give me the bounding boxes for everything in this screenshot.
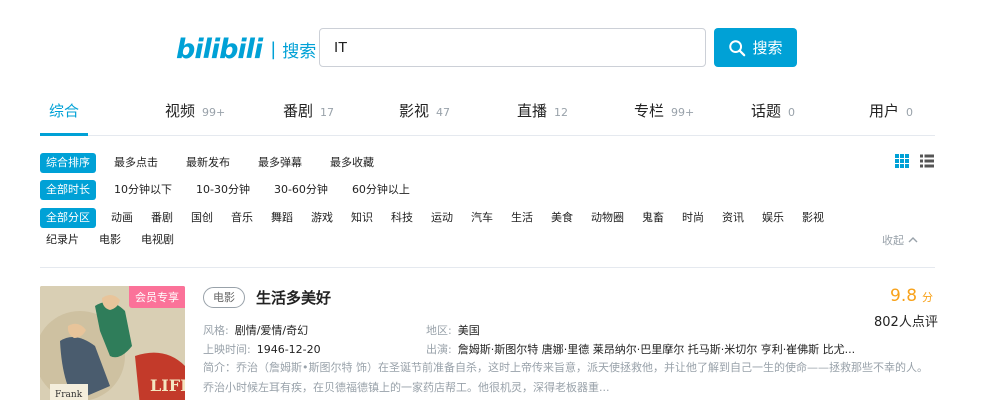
filter-zone-item[interactable]: 影视 (796, 208, 830, 228)
collapse-label: 收起 (882, 234, 904, 247)
active-tab-indicator (40, 133, 88, 136)
duration-filter-row: 全部时长 10分钟以下 10-30分钟 30-60分钟 60分钟以上 (40, 180, 416, 200)
tab-article[interactable]: 专栏 99+ (634, 100, 694, 121)
logo-separator: | (270, 38, 277, 60)
logo-text: 搜索 (282, 41, 317, 62)
result-title[interactable]: 生活多美好 (256, 287, 331, 308)
tab-live[interactable]: 直播 12 (517, 100, 568, 121)
result-tabs: 综合 视频 99+ 番剧 17 影视 47 直播 12 专栏 99+ 话题 0 … (40, 90, 935, 136)
svg-text:LIFE: LIFE (150, 376, 185, 395)
filter-duration-10-30[interactable]: 10-30分钟 (190, 180, 256, 200)
grid-view-icon[interactable] (894, 153, 910, 169)
filter-sort-click[interactable]: 最多点击 (108, 153, 164, 173)
meta-cast: 出演: 詹姆斯·斯图尔特 唐娜·里德 莱昂纳尔·巴里摩尔 托马斯·米切尔 亨利·崔… (426, 343, 856, 356)
filter-zone-item[interactable]: 科技 (385, 208, 419, 228)
zone-filter-row-2: 纪录片 电影 电视剧 (40, 230, 180, 250)
filter-duration-all[interactable]: 全部时长 (40, 180, 96, 200)
sort-filter-row: 综合排序 最多点击 最新发布 最多弹幕 最多收藏 (40, 153, 380, 173)
tab-all[interactable]: 综合 (49, 100, 79, 121)
svg-text:Frank: Frank (55, 390, 83, 400)
review-count: 802人点评 (874, 315, 938, 330)
search-button-label: 搜索 (752, 39, 783, 57)
filter-zone-item[interactable]: 鬼畜 (636, 208, 670, 228)
filter-zone-item[interactable]: 知识 (345, 208, 379, 228)
search-input[interactable] (319, 28, 706, 67)
search-icon (729, 39, 746, 56)
media-type-tag: 电影 (203, 287, 245, 308)
filter-zone-item[interactable]: 生活 (505, 208, 539, 228)
filter-duration-30-60[interactable]: 30-60分钟 (268, 180, 334, 200)
result-description: 简介：乔治（詹姆斯•斯图尔特 饰）在圣诞节前准备自杀，这时上帝传来旨意，派天使拯… (203, 361, 928, 394)
filter-zone-item[interactable]: 汽车 (465, 208, 499, 228)
tab-bangumi[interactable]: 番剧 17 (283, 100, 334, 121)
filter-zone-item[interactable]: 运动 (425, 208, 459, 228)
tab-video[interactable]: 视频 99+ (165, 100, 225, 121)
filter-zone-item[interactable]: 时尚 (676, 208, 710, 228)
tab-film[interactable]: 影视 47 (399, 100, 450, 121)
filter-sort-default[interactable]: 综合排序 (40, 153, 96, 173)
filter-zone-item[interactable]: 舞蹈 (265, 208, 299, 228)
meta-style: 风格: 剧情/爱情/奇幻 (203, 324, 309, 337)
score-value: 9.8 (890, 286, 918, 306)
search-page: bilibili | 搜索 搜索 综合 视频 99+ 番剧 17 影视 47 直… (0, 0, 997, 400)
logo-mark: bilibili (176, 33, 263, 65)
filter-zone-all[interactable]: 全部分区 (40, 208, 96, 228)
filter-zone-item[interactable]: 音乐 (225, 208, 259, 228)
chevron-up-icon (908, 237, 918, 243)
list-view-icon[interactable] (919, 153, 935, 169)
vip-badge: 会员专享 (129, 286, 185, 308)
filter-zone-item[interactable]: 国创 (185, 208, 219, 228)
filter-zone-item[interactable]: 动画 (105, 208, 139, 228)
filter-sort-favorite[interactable]: 最多收藏 (324, 153, 380, 173)
meta-release-date: 上映时间: 1946-12-20 (203, 343, 321, 356)
section-divider (40, 267, 935, 268)
filter-zone-item[interactable]: 游戏 (305, 208, 339, 228)
tab-topic[interactable]: 话题 0 (751, 100, 795, 121)
filter-sort-newest[interactable]: 最新发布 (180, 153, 236, 173)
filter-zone-item[interactable]: 电视剧 (135, 230, 180, 250)
rating-score: 9.8 分 (890, 286, 933, 306)
filter-zone-item[interactable]: 番剧 (145, 208, 179, 228)
filter-zone-item[interactable]: 纪录片 (40, 230, 85, 250)
filter-sort-danmaku[interactable]: 最多弹幕 (252, 153, 308, 173)
filter-zone-item[interactable]: 电影 (93, 230, 127, 250)
filter-zone-item[interactable]: 动物圈 (585, 208, 630, 228)
movie-poster[interactable]: LIFE Frank 会员专享 (40, 286, 185, 400)
filter-duration-over60[interactable]: 60分钟以上 (346, 180, 416, 200)
view-switch (894, 153, 935, 169)
meta-region: 地区: 美国 (426, 324, 480, 337)
search-button[interactable]: 搜索 (714, 28, 797, 67)
filter-zone-item[interactable]: 美食 (545, 208, 579, 228)
collapse-filters-button[interactable]: 收起 (882, 232, 918, 248)
filter-zone-item[interactable]: 资讯 (716, 208, 750, 228)
score-unit: 分 (922, 291, 934, 304)
filter-duration-under10[interactable]: 10分钟以下 (108, 180, 178, 200)
bilibili-logo[interactable]: bilibili | 搜索 (176, 32, 316, 66)
zone-filter-row: 全部分区 动画 番剧 国创 音乐 舞蹈 游戏 知识 科技 运动 汽车 生活 美食… (40, 208, 830, 228)
filter-zone-item[interactable]: 娱乐 (756, 208, 790, 228)
tab-user[interactable]: 用户 0 (869, 100, 913, 121)
